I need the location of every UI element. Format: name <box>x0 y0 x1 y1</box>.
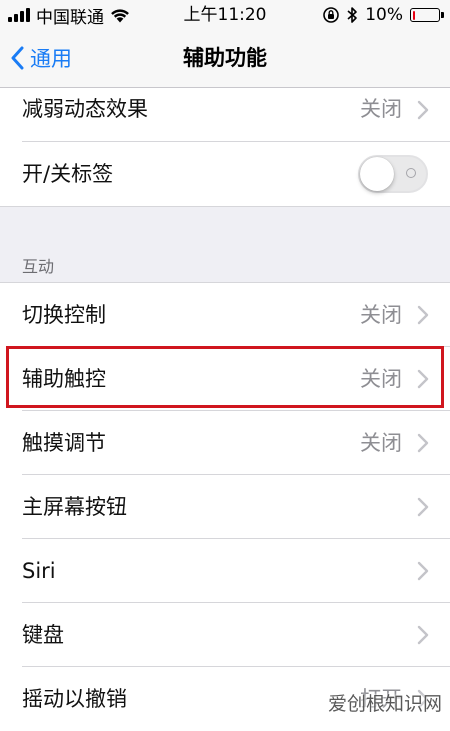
chevron-right-icon <box>417 100 429 120</box>
status-bar: 中国联通 上午11:20 10% <box>0 0 450 30</box>
row-label: Siri <box>22 559 56 583</box>
battery-icon <box>410 8 444 22</box>
watermark: 爱创根知识网 <box>327 693 442 715</box>
settings-group-interaction: 切换控制 关闭 辅助触控 关闭 触摸调节 关闭 主屏幕按钮 Siri 键盘 摇动… <box>0 282 450 731</box>
row-reduce-motion[interactable]: 减弱动态效果 关闭 <box>0 88 450 142</box>
section-gap: 互动 <box>0 206 450 282</box>
status-right: 10% <box>322 4 444 26</box>
row-value: 关闭 <box>360 303 402 327</box>
chevron-right-icon <box>417 433 429 453</box>
row-label: 主屏幕按钮 <box>22 495 127 519</box>
row-value: 关闭 <box>360 97 402 121</box>
page-title: 辅助功能 <box>183 46 267 70</box>
row-label: 键盘 <box>22 623 64 647</box>
on-off-labels-toggle[interactable] <box>358 155 428 193</box>
toggle-knob <box>360 157 394 191</box>
row-label: 触摸调节 <box>22 431 106 455</box>
chevron-right-icon <box>417 497 429 517</box>
row-home-button[interactable]: 主屏幕按钮 <box>0 475 450 539</box>
chevron-right-icon <box>417 369 429 389</box>
orientation-lock-icon <box>323 7 340 23</box>
bluetooth-icon <box>347 7 358 23</box>
chevron-right-icon <box>417 625 429 645</box>
row-on-off-labels: 开/关标签 <box>0 142 450 206</box>
chevron-right-icon <box>417 305 429 325</box>
off-label-icon <box>406 168 416 178</box>
row-label: 摇动以撤销 <box>22 687 127 711</box>
section-header-interaction: 互动 <box>22 257 55 276</box>
row-touch-accommodations[interactable]: 触摸调节 关闭 <box>0 411 450 475</box>
navigation-bar: 通用 辅助功能 <box>0 30 450 88</box>
chevron-right-icon <box>417 561 429 581</box>
row-value: 关闭 <box>360 431 402 455</box>
row-assistive-touch[interactable]: 辅助触控 关闭 <box>0 347 450 411</box>
row-label: 开/关标签 <box>22 162 114 186</box>
row-label: 切换控制 <box>22 303 106 327</box>
row-siri[interactable]: Siri <box>0 539 450 603</box>
row-switch-control[interactable]: 切换控制 关闭 <box>0 283 450 347</box>
row-value: 关闭 <box>360 367 402 391</box>
row-label: 减弱动态效果 <box>22 97 148 121</box>
row-label: 辅助触控 <box>22 367 106 391</box>
settings-group-top: 减弱动态效果 关闭 开/关标签 <box>0 88 450 206</box>
battery-percent: 10% <box>365 5 403 25</box>
row-keyboard[interactable]: 键盘 <box>0 603 450 667</box>
battery-level <box>412 10 415 20</box>
